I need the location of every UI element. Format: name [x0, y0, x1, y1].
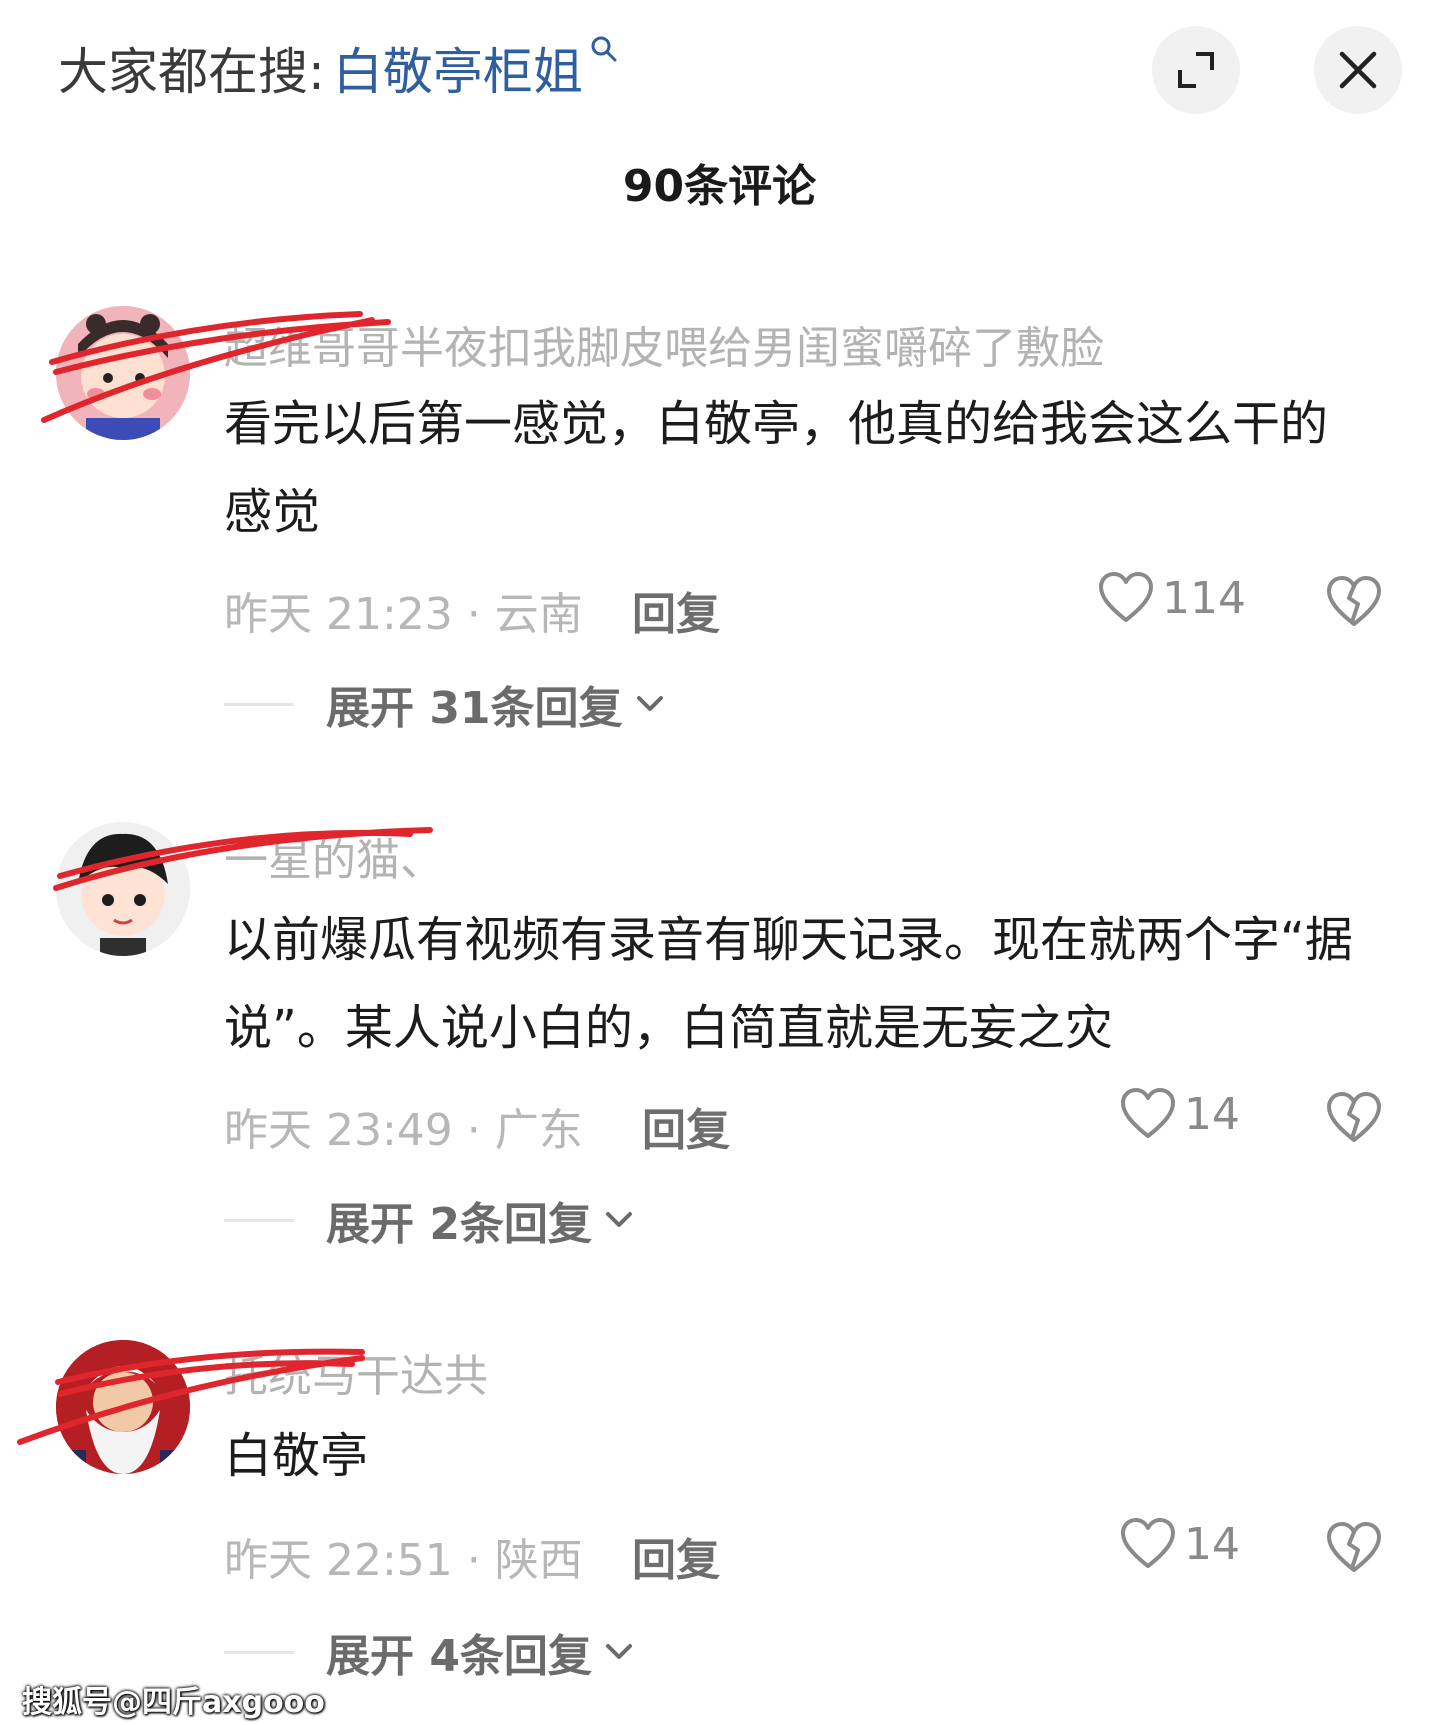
broken-heart-icon[interactable]	[1326, 576, 1382, 628]
comment-username[interactable]: 托统马干达共	[224, 1340, 488, 1404]
comment-text: 看完以后第一感觉，白敬亭，他真的给我会这么干的感觉	[224, 396, 1329, 540]
comments-count-title: 90条评论	[622, 161, 817, 212]
reply-button[interactable]: 回复	[642, 1094, 730, 1158]
heart-icon	[1121, 1088, 1175, 1138]
close-icon	[1339, 51, 1377, 89]
like-button[interactable]: 14	[1120, 1088, 1240, 1140]
comment-text: 白敬亭	[224, 1428, 369, 1484]
broken-heart-icon[interactable]	[1326, 1092, 1382, 1144]
expand-replies-button[interactable]: 展开 4条回复	[224, 1620, 634, 1684]
expand-replies-label: 展开 2条回复	[326, 1199, 592, 1250]
divider-line	[224, 702, 294, 706]
chevron-down-icon	[636, 696, 663, 711]
divider-line	[224, 1650, 294, 1654]
divider-line	[224, 1218, 294, 1222]
expand-icon	[1178, 52, 1214, 88]
reply-button[interactable]: 回复	[632, 1524, 720, 1588]
expand-replies-button[interactable]: 展开 31条回复	[224, 672, 665, 736]
comment-meta: 昨天 22:51 · 陕西	[224, 1535, 583, 1586]
avatar[interactable]	[56, 822, 190, 956]
heart-icon	[1121, 1518, 1175, 1568]
like-count: 14	[1184, 1088, 1240, 1140]
chevron-down-icon	[605, 1644, 632, 1659]
expand-replies-label: 展开 4条回复	[326, 1631, 592, 1682]
comment-text: 以前爆瓜有视频有录音有聊天记录。现在就两个字“据说”。某人说小白的，白简直就是无…	[224, 912, 1353, 1056]
chevron-down-icon	[605, 1212, 632, 1227]
close-button[interactable]	[1314, 26, 1402, 114]
search-suggestion[interactable]: 大家都在搜: 白敬亭柜姐	[58, 30, 619, 106]
like-button[interactable]: 14	[1120, 1518, 1240, 1570]
like-count: 114	[1162, 572, 1246, 624]
heart-icon	[1099, 572, 1153, 622]
broken-heart-icon[interactable]	[1326, 1522, 1382, 1574]
expand-replies-label: 展开 31条回复	[326, 683, 623, 734]
expand-replies-button[interactable]: 展开 2条回复	[224, 1188, 634, 1252]
comment-username[interactable]: 超维哥哥半夜扣我脚皮喂给男闺蜜嚼碎了敷脸	[224, 312, 1104, 376]
reply-button[interactable]: 回复	[632, 578, 720, 642]
avatar-image	[56, 306, 190, 440]
search-term-link[interactable]: 白敬亭柜姐	[333, 32, 583, 104]
fullscreen-button[interactable]	[1152, 26, 1240, 114]
comment-meta: 昨天 21:23 · 云南	[224, 589, 583, 640]
avatar-image	[56, 822, 190, 956]
avatar[interactable]	[56, 306, 190, 440]
like-count: 14	[1184, 1518, 1240, 1570]
search-icon	[591, 36, 617, 62]
like-button[interactable]: 114	[1098, 572, 1246, 624]
comment-meta: 昨天 23:49 · 广东	[224, 1105, 583, 1156]
search-prefix-label: 大家都在搜:	[58, 43, 325, 101]
avatar[interactable]	[56, 1340, 190, 1474]
watermark: 搜狐号@四斤axgooo	[22, 1685, 325, 1720]
comment-username[interactable]: 一星的猫、	[224, 824, 444, 888]
avatar-image	[56, 1340, 190, 1474]
